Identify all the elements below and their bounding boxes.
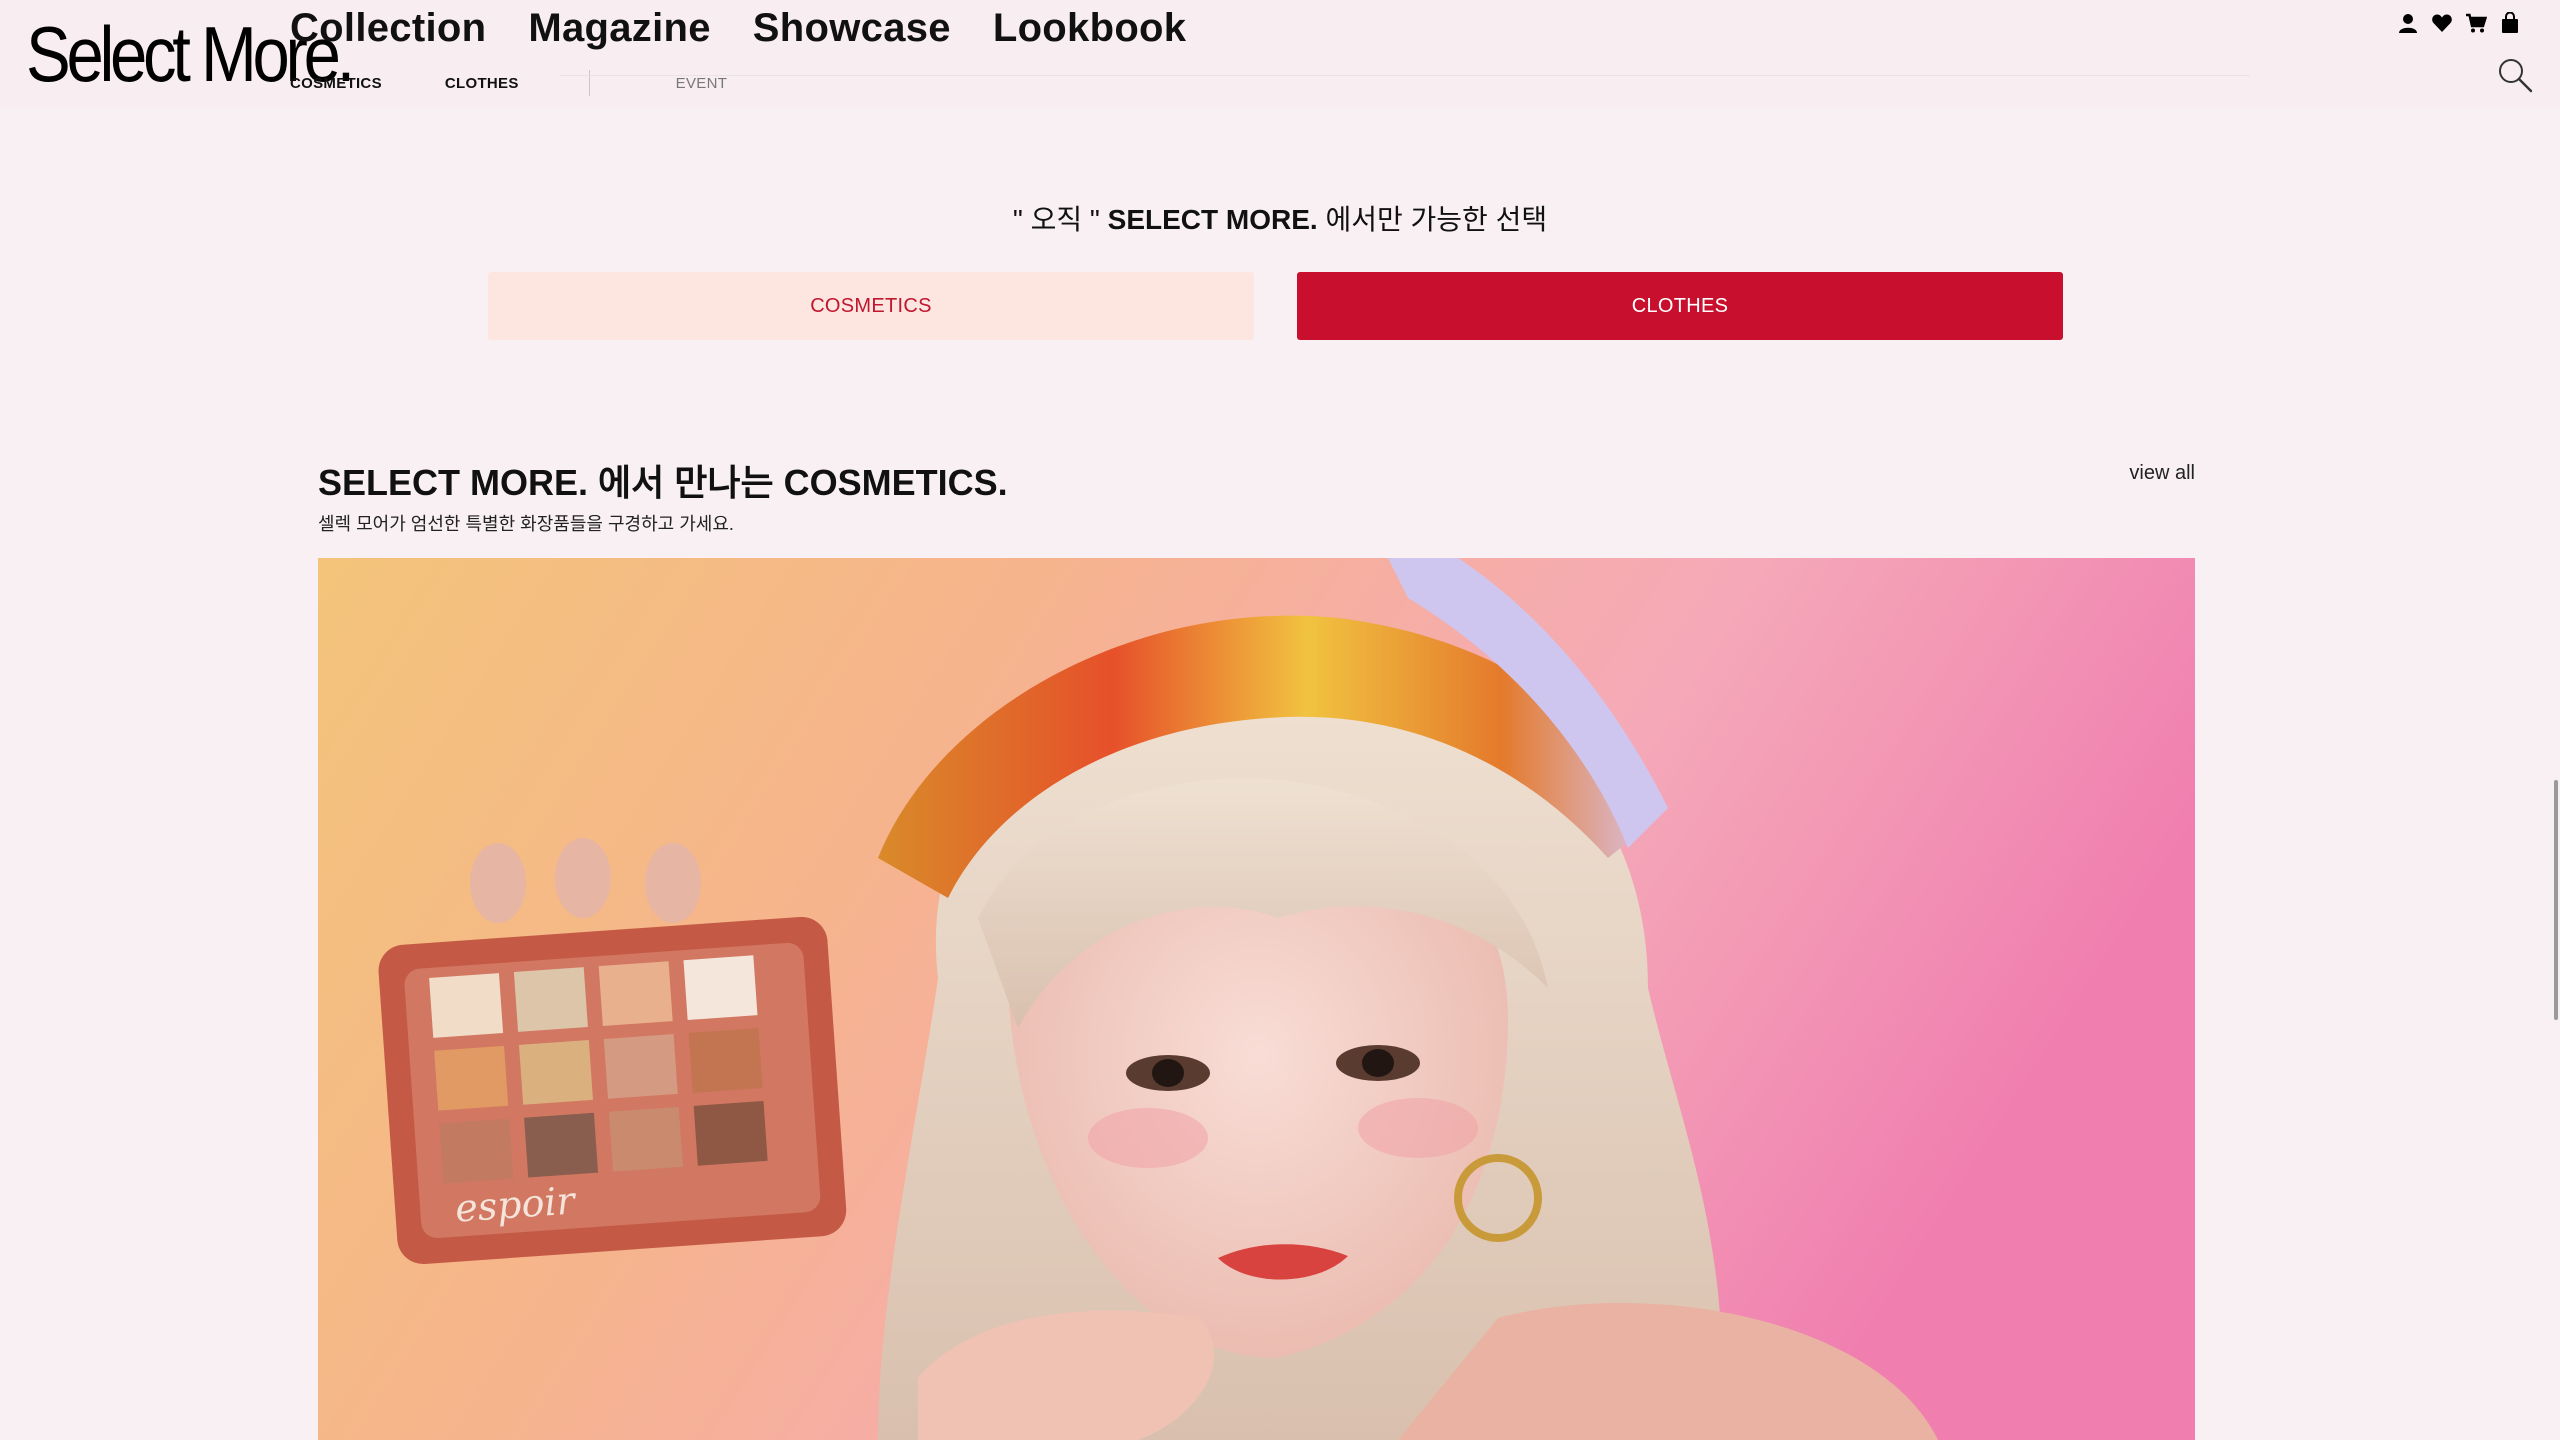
heart-icon[interactable] xyxy=(2430,12,2454,36)
tagline-prefix: " 오직 " xyxy=(1012,204,1108,235)
section-subtitle: 셀렉 모어가 엄선한 특별한 화장품들을 구경하고 가세요. xyxy=(318,514,734,534)
subnav-divider xyxy=(588,70,590,96)
scrollbar-thumb[interactable] xyxy=(2554,780,2558,1020)
nav-showcase[interactable]: Showcase xyxy=(753,4,951,52)
cart-icon[interactable] xyxy=(2464,12,2488,36)
page-scrollbar[interactable] xyxy=(2548,0,2560,1440)
nav-magazine[interactable]: Magazine xyxy=(528,4,710,52)
selection-tagline: " 오직 " SELECT MORE. 에서만 가능한 선택 xyxy=(0,198,2560,238)
subnav-event[interactable]: EVENT xyxy=(676,75,728,92)
nav-lookbook[interactable]: Lookbook xyxy=(993,4,1187,52)
site-header: Select More. Collection Magazine Showcas… xyxy=(0,0,2560,108)
sub-nav: COSMETICS CLOTHES EVENT xyxy=(290,70,727,96)
user-icon[interactable] xyxy=(2396,12,2420,36)
section-title: SELECT MORE. 에서 만나는 COSMETICS. xyxy=(318,454,1008,506)
nav-collection[interactable]: Collection xyxy=(290,4,486,52)
header-divider xyxy=(560,75,2250,76)
bag-icon[interactable] xyxy=(2498,11,2522,36)
utility-icons xyxy=(2386,11,2522,36)
hero-illustration: espoir xyxy=(318,558,2195,1440)
main-nav: Collection Magazine Showcase Lookbook xyxy=(290,4,1228,52)
cosmetics-hero-image[interactable]: espoir xyxy=(318,558,2195,1440)
page: Select More. Collection Magazine Showcas… xyxy=(0,0,2560,1440)
subnav-clothes[interactable]: CLOTHES xyxy=(445,75,519,92)
view-all-link[interactable]: view all xyxy=(2129,462,2195,485)
tagline-brand: SELECT MORE. xyxy=(1107,204,1318,235)
search-icon[interactable] xyxy=(2496,56,2534,94)
clothes-toggle-button[interactable]: CLOTHES xyxy=(1297,272,2063,340)
tagline-suffix: 에서만 가능한 선택 xyxy=(1317,204,1548,235)
palette-brand-text: espoir xyxy=(454,1178,579,1230)
section-title-rest: 에서 만나는 COSMETICS. xyxy=(588,462,1008,503)
subnav-cosmetics[interactable]: COSMETICS xyxy=(290,75,382,92)
cosmetics-toggle-button[interactable]: COSMETICS xyxy=(488,272,1254,340)
section-title-brand: SELECT MORE. xyxy=(318,462,589,503)
